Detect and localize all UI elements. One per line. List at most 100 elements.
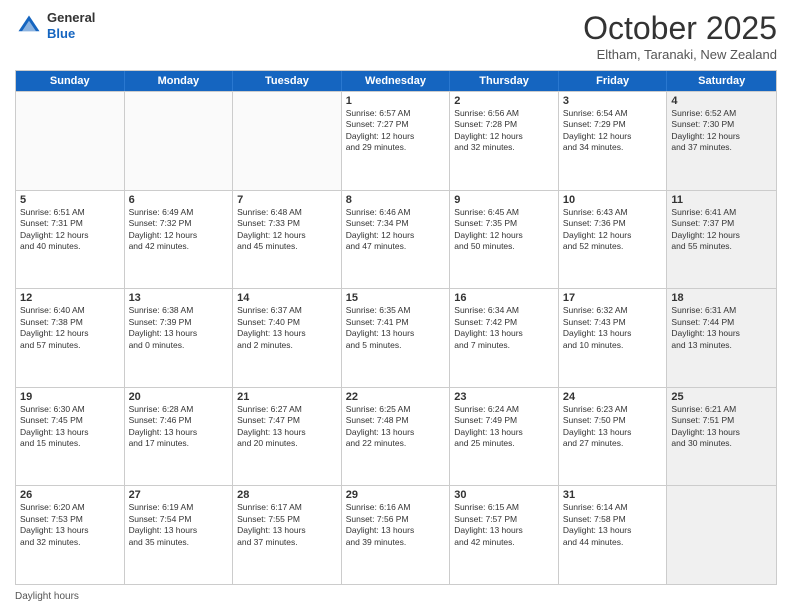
- cal-cell-1-1: 6Sunrise: 6:49 AM Sunset: 7:32 PM Daylig…: [125, 191, 234, 289]
- day-info: Sunrise: 6:28 AM Sunset: 7:46 PM Dayligh…: [129, 404, 229, 450]
- footer: Daylight hours: [15, 591, 777, 602]
- day-number: 3: [563, 95, 663, 107]
- day-info: Sunrise: 6:37 AM Sunset: 7:40 PM Dayligh…: [237, 305, 337, 351]
- day-info: Sunrise: 6:43 AM Sunset: 7:36 PM Dayligh…: [563, 207, 663, 253]
- day-info: Sunrise: 6:32 AM Sunset: 7:43 PM Dayligh…: [563, 305, 663, 351]
- header-day-monday: Monday: [125, 71, 234, 91]
- cal-cell-2-4: 16Sunrise: 6:34 AM Sunset: 7:42 PM Dayli…: [450, 289, 559, 387]
- day-number: 31: [563, 489, 663, 501]
- header: General Blue October 2025 Eltham, Tarana…: [15, 10, 777, 62]
- cal-cell-4-5: 31Sunrise: 6:14 AM Sunset: 7:58 PM Dayli…: [559, 486, 668, 584]
- cal-cell-0-3: 1Sunrise: 6:57 AM Sunset: 7:27 PM Daylig…: [342, 92, 451, 190]
- day-number: 13: [129, 292, 229, 304]
- day-info: Sunrise: 6:48 AM Sunset: 7:33 PM Dayligh…: [237, 207, 337, 253]
- day-number: 4: [671, 95, 772, 107]
- footer-text: Daylight hours: [15, 591, 79, 602]
- day-info: Sunrise: 6:30 AM Sunset: 7:45 PM Dayligh…: [20, 404, 120, 450]
- day-number: 25: [671, 391, 772, 403]
- day-number: 12: [20, 292, 120, 304]
- cal-cell-2-3: 15Sunrise: 6:35 AM Sunset: 7:41 PM Dayli…: [342, 289, 451, 387]
- day-number: 21: [237, 391, 337, 403]
- cal-row-0: 1Sunrise: 6:57 AM Sunset: 7:27 PM Daylig…: [16, 91, 776, 190]
- calendar: SundayMondayTuesdayWednesdayThursdayFrid…: [15, 70, 777, 585]
- cal-cell-3-0: 19Sunrise: 6:30 AM Sunset: 7:45 PM Dayli…: [16, 388, 125, 486]
- day-info: Sunrise: 6:40 AM Sunset: 7:38 PM Dayligh…: [20, 305, 120, 351]
- day-number: 2: [454, 95, 554, 107]
- day-number: 26: [20, 489, 120, 501]
- day-number: 28: [237, 489, 337, 501]
- cal-cell-2-6: 18Sunrise: 6:31 AM Sunset: 7:44 PM Dayli…: [667, 289, 776, 387]
- day-number: 14: [237, 292, 337, 304]
- cal-cell-3-1: 20Sunrise: 6:28 AM Sunset: 7:46 PM Dayli…: [125, 388, 234, 486]
- cal-cell-4-1: 27Sunrise: 6:19 AM Sunset: 7:54 PM Dayli…: [125, 486, 234, 584]
- cal-cell-3-6: 25Sunrise: 6:21 AM Sunset: 7:51 PM Dayli…: [667, 388, 776, 486]
- cal-cell-3-5: 24Sunrise: 6:23 AM Sunset: 7:50 PM Dayli…: [559, 388, 668, 486]
- day-info: Sunrise: 6:27 AM Sunset: 7:47 PM Dayligh…: [237, 404, 337, 450]
- cal-cell-1-3: 8Sunrise: 6:46 AM Sunset: 7:34 PM Daylig…: [342, 191, 451, 289]
- cal-cell-4-4: 30Sunrise: 6:15 AM Sunset: 7:57 PM Dayli…: [450, 486, 559, 584]
- page: General Blue October 2025 Eltham, Tarana…: [0, 0, 792, 612]
- day-info: Sunrise: 6:46 AM Sunset: 7:34 PM Dayligh…: [346, 207, 446, 253]
- cal-cell-1-6: 11Sunrise: 6:41 AM Sunset: 7:37 PM Dayli…: [667, 191, 776, 289]
- day-info: Sunrise: 6:20 AM Sunset: 7:53 PM Dayligh…: [20, 502, 120, 548]
- day-info: Sunrise: 6:24 AM Sunset: 7:49 PM Dayligh…: [454, 404, 554, 450]
- cal-cell-0-0: [16, 92, 125, 190]
- day-info: Sunrise: 6:57 AM Sunset: 7:27 PM Dayligh…: [346, 108, 446, 154]
- cal-row-3: 19Sunrise: 6:30 AM Sunset: 7:45 PM Dayli…: [16, 387, 776, 486]
- logo: General Blue: [15, 10, 95, 41]
- day-info: Sunrise: 6:15 AM Sunset: 7:57 PM Dayligh…: [454, 502, 554, 548]
- day-info: Sunrise: 6:41 AM Sunset: 7:37 PM Dayligh…: [671, 207, 772, 253]
- cal-cell-3-3: 22Sunrise: 6:25 AM Sunset: 7:48 PM Dayli…: [342, 388, 451, 486]
- day-info: Sunrise: 6:51 AM Sunset: 7:31 PM Dayligh…: [20, 207, 120, 253]
- day-number: 27: [129, 489, 229, 501]
- cal-cell-0-4: 2Sunrise: 6:56 AM Sunset: 7:28 PM Daylig…: [450, 92, 559, 190]
- day-info: Sunrise: 6:35 AM Sunset: 7:41 PM Dayligh…: [346, 305, 446, 351]
- header-day-tuesday: Tuesday: [233, 71, 342, 91]
- day-number: 30: [454, 489, 554, 501]
- day-number: 15: [346, 292, 446, 304]
- day-number: 23: [454, 391, 554, 403]
- cal-cell-3-2: 21Sunrise: 6:27 AM Sunset: 7:47 PM Dayli…: [233, 388, 342, 486]
- day-info: Sunrise: 6:19 AM Sunset: 7:54 PM Dayligh…: [129, 502, 229, 548]
- cal-cell-4-0: 26Sunrise: 6:20 AM Sunset: 7:53 PM Dayli…: [16, 486, 125, 584]
- header-day-thursday: Thursday: [450, 71, 559, 91]
- cal-cell-2-2: 14Sunrise: 6:37 AM Sunset: 7:40 PM Dayli…: [233, 289, 342, 387]
- month-title: October 2025: [583, 10, 777, 47]
- calendar-header-row: SundayMondayTuesdayWednesdayThursdayFrid…: [16, 71, 776, 91]
- cal-cell-2-5: 17Sunrise: 6:32 AM Sunset: 7:43 PM Dayli…: [559, 289, 668, 387]
- cal-cell-0-6: 4Sunrise: 6:52 AM Sunset: 7:30 PM Daylig…: [667, 92, 776, 190]
- header-day-sunday: Sunday: [16, 71, 125, 91]
- day-info: Sunrise: 6:21 AM Sunset: 7:51 PM Dayligh…: [671, 404, 772, 450]
- day-number: 19: [20, 391, 120, 403]
- day-number: 18: [671, 292, 772, 304]
- day-info: Sunrise: 6:45 AM Sunset: 7:35 PM Dayligh…: [454, 207, 554, 253]
- day-number: 6: [129, 194, 229, 206]
- title-block: October 2025 Eltham, Taranaki, New Zeala…: [583, 10, 777, 62]
- cal-cell-3-4: 23Sunrise: 6:24 AM Sunset: 7:49 PM Dayli…: [450, 388, 559, 486]
- day-number: 9: [454, 194, 554, 206]
- logo-blue: Blue: [47, 26, 95, 42]
- day-info: Sunrise: 6:31 AM Sunset: 7:44 PM Dayligh…: [671, 305, 772, 351]
- cal-cell-1-2: 7Sunrise: 6:48 AM Sunset: 7:33 PM Daylig…: [233, 191, 342, 289]
- cal-cell-2-0: 12Sunrise: 6:40 AM Sunset: 7:38 PM Dayli…: [16, 289, 125, 387]
- cal-cell-2-1: 13Sunrise: 6:38 AM Sunset: 7:39 PM Dayli…: [125, 289, 234, 387]
- day-number: 22: [346, 391, 446, 403]
- day-number: 20: [129, 391, 229, 403]
- day-info: Sunrise: 6:25 AM Sunset: 7:48 PM Dayligh…: [346, 404, 446, 450]
- day-info: Sunrise: 6:56 AM Sunset: 7:28 PM Dayligh…: [454, 108, 554, 154]
- day-number: 24: [563, 391, 663, 403]
- day-info: Sunrise: 6:14 AM Sunset: 7:58 PM Dayligh…: [563, 502, 663, 548]
- logo-text: General Blue: [47, 10, 95, 41]
- day-info: Sunrise: 6:52 AM Sunset: 7:30 PM Dayligh…: [671, 108, 772, 154]
- day-number: 5: [20, 194, 120, 206]
- cal-cell-1-0: 5Sunrise: 6:51 AM Sunset: 7:31 PM Daylig…: [16, 191, 125, 289]
- logo-general: General: [47, 10, 95, 26]
- day-info: Sunrise: 6:38 AM Sunset: 7:39 PM Dayligh…: [129, 305, 229, 351]
- header-day-saturday: Saturday: [667, 71, 776, 91]
- cal-cell-1-5: 10Sunrise: 6:43 AM Sunset: 7:36 PM Dayli…: [559, 191, 668, 289]
- day-number: 8: [346, 194, 446, 206]
- cal-cell-0-1: [125, 92, 234, 190]
- day-number: 17: [563, 292, 663, 304]
- day-number: 29: [346, 489, 446, 501]
- cal-row-1: 5Sunrise: 6:51 AM Sunset: 7:31 PM Daylig…: [16, 190, 776, 289]
